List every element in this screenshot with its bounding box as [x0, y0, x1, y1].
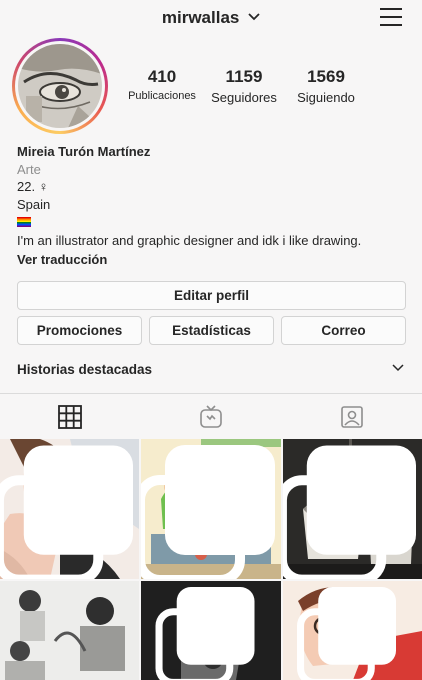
avatar-image	[18, 44, 102, 128]
post-thumbnail[interactable]	[141, 439, 281, 579]
category-label: Arte	[17, 161, 41, 177]
multiple-posts-icon	[297, 587, 396, 680]
highlights-label: Historias destacadas	[17, 362, 153, 377]
tab-grid[interactable]	[0, 394, 140, 440]
display-name: Mireia Turón Martínez	[17, 144, 151, 159]
bio-line-age: 22. ♀	[17, 179, 49, 194]
following-label: Siguiendo	[297, 90, 355, 105]
illustration-image	[0, 581, 139, 680]
chevron-down-icon	[248, 13, 260, 21]
igtv-icon	[200, 405, 222, 428]
promotions-button[interactable]: Promociones	[17, 316, 142, 345]
multiple-posts-icon	[155, 587, 255, 680]
profile-avatar[interactable]	[12, 38, 108, 134]
posts-stat[interactable]: 410 Publicaciones	[122, 67, 202, 102]
multiple-posts-icon	[141, 445, 275, 579]
insights-button[interactable]: Estadísticas	[149, 316, 274, 345]
profile-bio: Mireia Turón Martínez Arte 22. ♀ Spain I…	[17, 143, 412, 269]
grid-icon	[58, 405, 82, 429]
multiple-posts-icon	[0, 445, 133, 579]
following-count: 1569	[307, 67, 345, 86]
posts-grid	[0, 439, 422, 680]
post-thumbnail[interactable]	[283, 581, 422, 680]
following-stat[interactable]: 1569 Siguiendo	[290, 67, 362, 105]
multiple-posts-icon	[283, 445, 416, 579]
top-bar: mirwallas	[0, 0, 422, 36]
post-thumbnail[interactable]	[141, 581, 281, 680]
post-thumbnail[interactable]	[0, 439, 139, 579]
edit-profile-button[interactable]: Editar perfil	[17, 281, 406, 310]
followers-count: 1159	[225, 67, 263, 86]
posts-label: Publicaciones	[128, 90, 196, 102]
followers-label: Seguidores	[211, 90, 277, 105]
post-thumbnail[interactable]	[0, 581, 139, 680]
tab-tagged[interactable]	[282, 394, 422, 440]
tab-igtv[interactable]	[141, 394, 281, 440]
chevron-down-icon	[392, 364, 404, 372]
bio-line-country: Spain	[17, 196, 51, 212]
bio-text: I'm an illustrator and graphic designer …	[17, 232, 362, 248]
see-translation-link[interactable]: Ver traducción	[17, 251, 412, 269]
email-button[interactable]: Correo	[281, 316, 406, 345]
followers-stat[interactable]: 1159 Seguidores	[206, 67, 282, 105]
posts-count: 410	[147, 67, 177, 86]
story-highlights-toggle[interactable]: Historias destacadas	[17, 362, 406, 382]
username-label: mirwallas	[161, 8, 240, 27]
rainbow-flag-icon	[17, 217, 31, 227]
tagged-icon	[341, 406, 363, 428]
post-thumbnail[interactable]	[283, 439, 422, 579]
hamburger-menu-icon[interactable]	[380, 8, 402, 28]
profile-tabs	[0, 393, 422, 439]
account-switcher[interactable]: mirwallas	[0, 8, 422, 28]
